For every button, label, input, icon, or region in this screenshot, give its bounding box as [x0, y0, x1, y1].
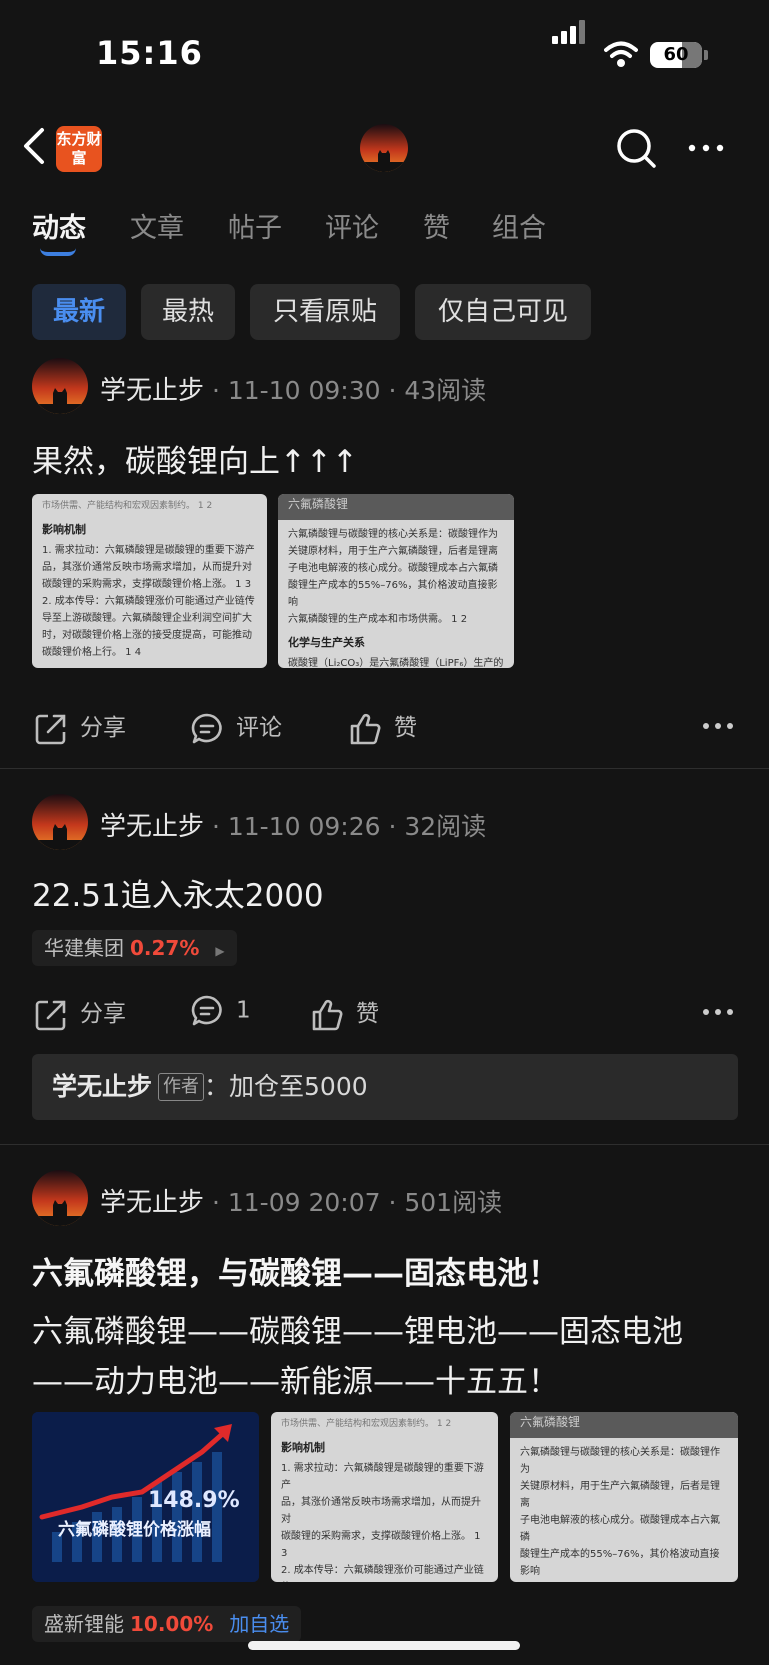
author-name[interactable]: 学无止步 — [100, 376, 204, 406]
post-card[interactable]: 学无止步 · 11-09 20:07 · 501阅读 六氟磷酸锂，与碳酸锂——固… — [0, 1170, 769, 1650]
tab-likes[interactable]: 赞 — [423, 206, 450, 245]
comment-icon — [191, 713, 222, 743]
stock-change: 10.00% — [130, 1612, 214, 1636]
read-count: 43阅读 — [404, 376, 487, 405]
post-meta: 学无止步 · 11-09 20:07 · 501阅读 — [100, 1188, 503, 1218]
author-avatar[interactable] — [32, 1170, 88, 1226]
post-meta: 学无止步 · 11-10 09:30 · 43阅读 — [100, 376, 487, 406]
comment-button[interactable]: 1 — [190, 994, 251, 1028]
author-name[interactable]: 学无止步 — [100, 1188, 204, 1218]
read-count: 501阅读 — [404, 1188, 503, 1217]
stock-name: 盛新锂能 — [44, 1612, 124, 1636]
like-button[interactable]: 赞 — [310, 994, 379, 1032]
read-count: 32阅读 — [404, 812, 487, 841]
author-avatar[interactable] — [32, 358, 88, 414]
post-image[interactable]: 市场供需、产能结构和宏观因素制约。 1 2 影响机制 1. 需求拉动：六氟磷酸锂… — [32, 494, 267, 668]
post-image[interactable]: 六氟磷酸锂 六氟磷酸锂与碳酸锂的核心关系是：碳酸锂作为 关键原材料，用于生产六氟… — [510, 1412, 738, 1582]
profile-avatar[interactable] — [360, 124, 408, 172]
active-tab-indicator — [40, 248, 76, 256]
back-arrow-icon[interactable] — [18, 124, 58, 168]
post-card[interactable]: 学无止步 · 11-10 09:26 · 32阅读 22.51追入永太2000 … — [0, 794, 769, 1144]
post-title[interactable]: 六氟磷酸锂，与碳酸锂——固态电池！ — [32, 1248, 559, 1293]
filter-hot[interactable]: 最热 — [141, 284, 235, 340]
comment-icon — [191, 995, 222, 1026]
reply-text: 加仓至5000 — [229, 1072, 368, 1101]
reply-author[interactable]: 学无止步 — [52, 1072, 152, 1101]
post-time: 11-10 09:26 — [227, 812, 381, 841]
app-logo[interactable]: 东方财富 — [56, 126, 102, 172]
share-icon — [35, 714, 66, 744]
tab-posts[interactable]: 帖子 — [228, 206, 282, 245]
profile-tabs: 动态 文章 帖子 评论 赞 组合 — [0, 196, 769, 266]
stock-name: 华建集团 — [44, 936, 124, 960]
author-name[interactable]: 学无止步 — [100, 812, 204, 842]
tab-dynamic[interactable]: 动态 — [32, 206, 86, 245]
add-watchlist-button[interactable]: 加自选 — [229, 1612, 289, 1636]
more-options-icon[interactable] — [682, 124, 730, 172]
filter-latest[interactable]: 最新 — [32, 284, 126, 340]
author-avatar[interactable] — [32, 794, 88, 850]
author-badge: 作者 — [158, 1073, 205, 1101]
post-image[interactable]: 148.9% 六氟磷酸锂价格涨幅 — [32, 1412, 259, 1582]
home-indicator[interactable] — [248, 1641, 520, 1650]
status-time: 15:16 — [96, 34, 203, 72]
nav-bar: 东方财富 — [0, 110, 769, 190]
comment-count: 1 — [236, 997, 251, 1024]
post-more-icon[interactable] — [700, 716, 740, 736]
post-text[interactable]: 果然，碳酸锂向上↑↑↑ — [32, 436, 358, 481]
thumbs-up-icon — [350, 713, 381, 744]
battery-level: 60 — [663, 44, 689, 65]
like-button[interactable]: 赞 — [348, 708, 417, 746]
share-icon — [35, 1000, 66, 1030]
tab-comments[interactable]: 评论 — [325, 206, 379, 245]
post-image[interactable]: 六氟磷酸锂 六氟磷酸锂与碳酸锂的核心关系是：碳酸锂作为 关键原材料，用于生产六氟… — [278, 494, 514, 668]
post-card[interactable]: 学无止步 · 11-10 09:30 · 43阅读 果然，碳酸锂向上↑↑↑ 市场… — [0, 358, 769, 768]
chevron-right-icon: ▶ — [215, 944, 225, 958]
post-meta: 学无止步 · 11-10 09:26 · 32阅读 — [100, 812, 487, 842]
post-time: 11-10 09:30 — [227, 376, 381, 405]
battery-icon: 60 — [650, 42, 702, 68]
share-button[interactable]: 分享 — [34, 708, 126, 746]
post-divider — [0, 1144, 769, 1145]
status-bar: 15:16 60 — [0, 0, 769, 110]
comment-button[interactable]: 评论 — [190, 708, 282, 746]
post-image[interactable]: 市场供需、产能结构和宏观因素制约。 1 2 影响机制 1. 需求拉动：六氟磷酸锂… — [271, 1412, 498, 1582]
post-more-icon[interactable] — [700, 1002, 740, 1022]
tab-articles[interactable]: 文章 — [130, 206, 184, 245]
post-text-line[interactable]: ——动力电池——新能源——十五五！ — [32, 1356, 559, 1401]
filter-original-only[interactable]: 只看原贴 — [250, 284, 400, 340]
stock-change: 0.27% — [130, 936, 200, 960]
share-button[interactable]: 分享 — [34, 994, 126, 1032]
stock-tag[interactable]: 盛新锂能 10.00% 加自选 — [32, 1606, 302, 1642]
tab-portfolio[interactable]: 组合 — [492, 206, 546, 245]
filter-bar: 最新 最热 只看原贴 仅自己可见 — [0, 284, 769, 342]
post-divider — [0, 768, 769, 769]
wifi-icon — [604, 41, 638, 67]
stock-tag[interactable]: 华建集团 0.27% ▶ — [32, 930, 237, 966]
search-icon[interactable] — [612, 124, 660, 172]
comment-preview[interactable]: 学无止步 作者 ：加仓至5000 — [32, 1054, 738, 1120]
filter-private[interactable]: 仅自己可见 — [415, 284, 591, 340]
post-time: 11-09 20:07 — [227, 1188, 381, 1217]
post-text-line[interactable]: 六氟磷酸锂——碳酸锂——锂电池——固态电池 — [32, 1306, 683, 1351]
post-text[interactable]: 22.51追入永太2000 — [32, 870, 324, 915]
thumbs-up-icon — [312, 999, 343, 1030]
